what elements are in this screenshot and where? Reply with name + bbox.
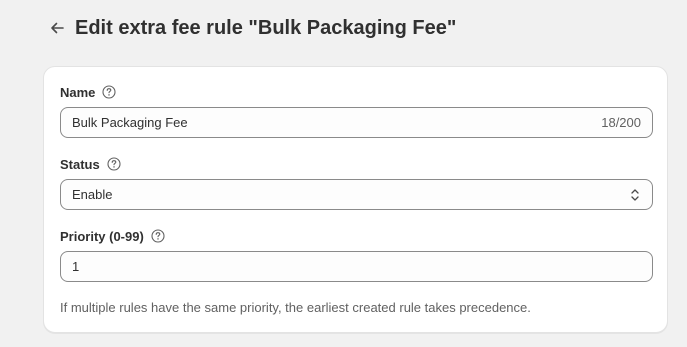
back-button[interactable]: [47, 18, 67, 38]
priority-label-row: Priority (0-99): [60, 227, 165, 245]
page-header: Edit extra fee rule "Bulk Packaging Fee": [47, 14, 456, 42]
rule-form-card: Name Bulk Packaging Fee 18/200 Status En…: [43, 66, 668, 333]
page-title: Edit extra fee rule "Bulk Packaging Fee": [75, 16, 457, 39]
status-help-icon[interactable]: [107, 157, 121, 171]
priority-help-text: If multiple rules have the same priority…: [60, 300, 531, 315]
status-select-value[interactable]: Enable: [72, 187, 629, 202]
status-select[interactable]: Enable: [60, 179, 653, 210]
name-input-value[interactable]: Bulk Packaging Fee: [72, 115, 593, 130]
name-char-count: 18/200: [601, 115, 641, 130]
priority-input-value[interactable]: 1: [72, 259, 641, 274]
select-chevrons-icon: [629, 187, 641, 203]
priority-input[interactable]: 1: [60, 251, 653, 282]
priority-help-icon[interactable]: [151, 229, 165, 243]
name-help-icon[interactable]: [102, 85, 116, 99]
status-label-row: Status: [60, 155, 121, 173]
name-label-row: Name: [60, 83, 116, 101]
priority-label: Priority (0-99): [60, 228, 144, 244]
name-label: Name: [60, 84, 96, 100]
arrow-left-icon: [51, 22, 64, 34]
status-label: Status: [60, 156, 100, 172]
name-input[interactable]: Bulk Packaging Fee 18/200: [60, 107, 653, 138]
